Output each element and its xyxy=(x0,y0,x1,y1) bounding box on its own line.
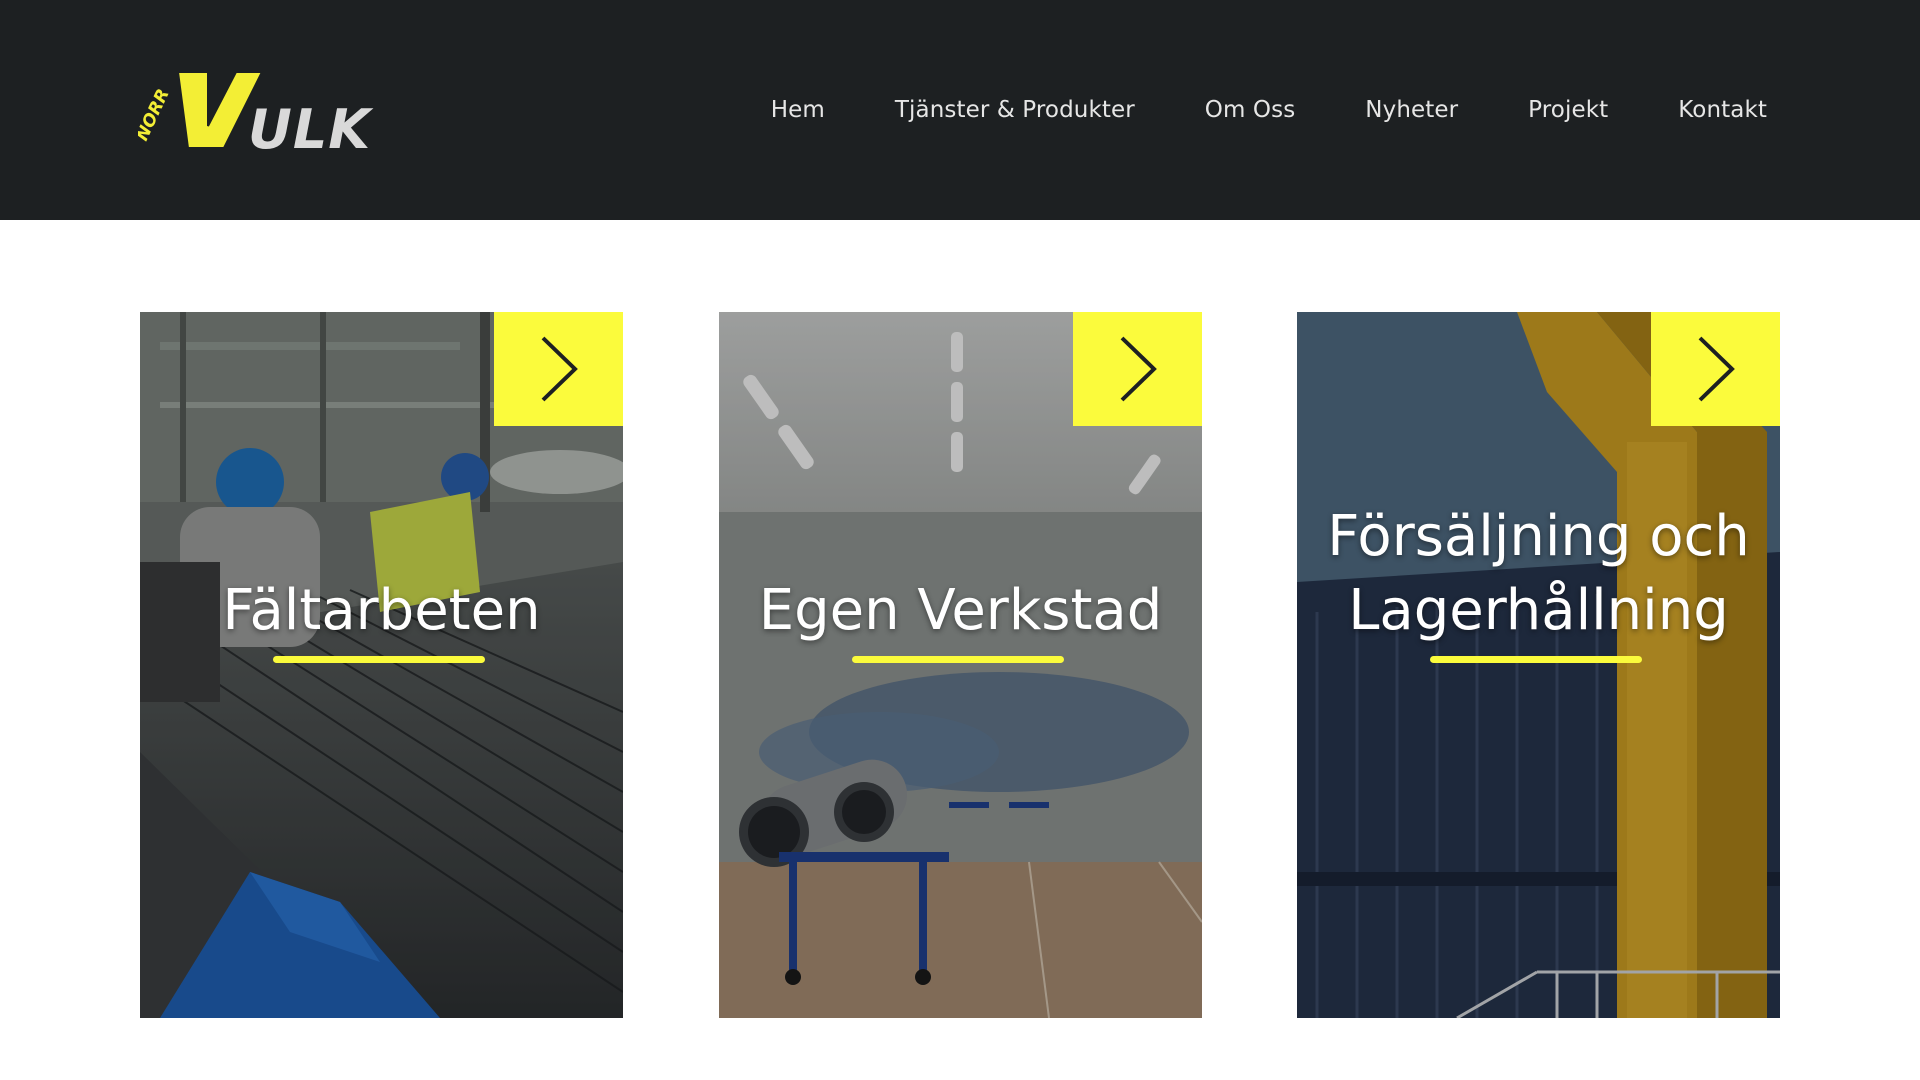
nav-item-hem[interactable]: Hem xyxy=(771,97,825,123)
card-title: Försäljning och Lagerhållning xyxy=(1297,500,1780,648)
card-title: Fältarbeten xyxy=(140,574,623,648)
card-faltarbeten[interactable]: Fältarbeten xyxy=(140,312,623,1018)
chevron-right-icon xyxy=(1698,336,1735,402)
card-title: Egen Verkstad xyxy=(719,574,1202,648)
chevron-right-icon xyxy=(541,336,578,402)
card-arrow-button[interactable] xyxy=(1651,312,1780,426)
nav-item-tjanster-produkter[interactable]: Tjänster & Produkter xyxy=(895,97,1135,123)
nav-item-nyheter[interactable]: Nyheter xyxy=(1365,97,1458,123)
title-underline xyxy=(852,656,1064,663)
svg-text:ULK: ULK xyxy=(248,98,374,161)
site-header: NORR ULK Hem Tjänster & Produkter Om Oss… xyxy=(0,0,1920,220)
nav-item-kontakt[interactable]: Kontakt xyxy=(1678,97,1767,123)
card-title-line: Lagerhållning xyxy=(1348,578,1729,643)
card-title-line: Fältarbeten xyxy=(222,578,541,643)
norrvulk-logo[interactable]: NORR ULK xyxy=(138,62,390,162)
card-forsaljning-lagerhallning[interactable]: Försäljning och Lagerhållning xyxy=(1297,312,1780,1018)
title-underline xyxy=(273,656,485,663)
card-title-line: Egen Verkstad xyxy=(758,578,1163,643)
main-nav: Hem Tjänster & Produkter Om Oss Nyheter … xyxy=(771,0,1767,220)
nav-item-om-oss[interactable]: Om Oss xyxy=(1205,97,1296,123)
title-underline xyxy=(1430,656,1642,663)
chevron-right-icon xyxy=(1120,336,1157,402)
card-arrow-button[interactable] xyxy=(494,312,623,426)
service-cards: Fältarbeten Egen Verkstad Försäljning oc… xyxy=(140,312,1780,1018)
nav-item-projekt[interactable]: Projekt xyxy=(1528,97,1608,123)
card-egen-verkstad[interactable]: Egen Verkstad xyxy=(719,312,1202,1018)
svg-text:NORR: NORR xyxy=(138,86,174,144)
card-arrow-button[interactable] xyxy=(1073,312,1202,426)
logo-graphic: NORR ULK xyxy=(138,71,374,161)
card-title-line: Försäljning och xyxy=(1327,504,1750,569)
